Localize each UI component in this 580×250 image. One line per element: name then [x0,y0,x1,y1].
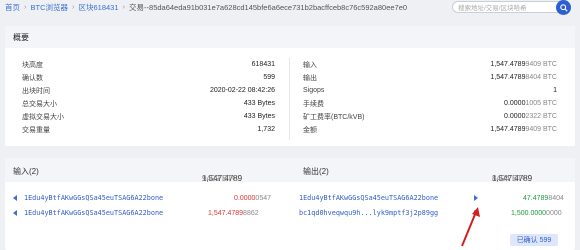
breadcrumb-separator: › [122,2,126,11]
input-address[interactable]: 1Edu4yBtfAKwGGsQSa45euTSAG6A22bone [24,194,163,202]
io-header: 输入(2) 1,547.4789 9409 BTC 输出(2) 1,547.478… [5,158,575,183]
overview-row: 块高度 618431 [22,59,275,70]
search-icon [559,3,568,12]
overview-row: 输入 1,547.47899409 BTC [303,59,557,70]
output-address[interactable]: bc1qd0hveqwqu9h...lyk9mptf3j2p89gg [299,209,438,217]
overview-value: 1,547.47899409 BTC [490,126,557,133]
overview-row: 总交易大小 433 Bytes [22,98,275,109]
breadcrumb-home[interactable]: 首页 [5,2,20,13]
overview-value: 618431 [251,61,275,68]
overview-key: 输入 [303,61,317,69]
red-arrow-annotation [461,207,480,247]
input-amount: 1,547.4789 8862 [208,209,259,217]
overview-value: 0.00002322 BTC [504,113,557,120]
overview-key: 总交易大小 [22,100,57,108]
overview-row: 手续费 0.00001005 BTC [303,98,557,109]
outputs-label: 输出(2) [303,167,329,176]
input-amount: 0.0000 0547 [234,194,271,202]
overview-row: 矿工费率(BTC/kVB) 0.00002322 BTC [303,111,557,122]
overview-value: 0.00001005 BTC [504,100,557,107]
output-link-icon[interactable] [474,195,478,201]
breadcrumb-current: 交易--85da64eda91b031e7a628cd145bfe6a6ece7… [129,3,408,12]
input-link-icon[interactable] [13,195,17,201]
overview-value: 433 Bytes [243,100,275,107]
input-link-icon[interactable] [13,210,17,216]
input-row: 1Edu4yBtfAKwGGsQSa45euTSAG6A22bone [13,208,163,218]
overview-key: 矿工费率(BTC/kVB) [303,113,365,121]
overview-row: 输出 1,547.47898404 BTC [303,72,557,83]
breadcrumb-separator: › [24,2,27,11]
overview-value: 1,547.47898404 BTC [490,74,557,81]
overview-key: 出块时间 [22,87,50,95]
breadcrumb-explorer[interactable]: BTC浏览器 [31,2,69,13]
output-amount: 47.4789 8404 [523,194,564,202]
overview-key: 输出 [303,74,317,82]
overview-value: 1 [553,87,557,94]
search-input[interactable]: 搜索地址/交易/区块哈希 [452,0,571,15]
overview-row: 交易重量 1,732 [22,124,275,135]
overview-key: 虚拟交易大小 [22,113,64,121]
overview-row: 金额 1,547.47899409 BTC [303,124,557,135]
breadcrumb: 首页 › BTC浏览器 › 区块618431 › 交易--85da64eda91… [5,2,407,13]
confirmations-badge: 已确认 599 [510,234,558,246]
top-bar: 首页 › BTC浏览器 › 区块618431 › 交易--85da64eda91… [0,0,580,15]
output-address[interactable]: 1Edu4yBtfAKwGGsQSa45euTSAG6A22bone [299,194,438,202]
overview-key: 确认数 [22,74,43,82]
overview-divider [289,58,290,140]
output-row: bc1qd0hveqwqu9h...lyk9mptf3j2p89gg [299,208,438,218]
io-card: 输入(2) 1,547.4789 9409 BTC 输出(2) 1,547.478… [5,158,575,250]
overview-key: 交易重量 [22,126,50,134]
overview-key: 块高度 [22,61,43,69]
overview-row: 确认数 599 [22,72,275,83]
overview-key: 手续费 [303,100,324,108]
overview-value: 599 [263,74,275,81]
overview-key: Sigops [303,87,325,94]
inputs-label: 输入(2) [13,167,39,176]
search-placeholder: 搜索地址/交易/区块哈希 [458,5,527,12]
overview-value: 2020-02-22 08:42:26 [210,87,275,94]
overview-key: 金额 [303,126,317,134]
search-button[interactable] [556,0,571,15]
output-row: 1Edu4yBtfAKwGGsQSa45euTSAG6A22bone [299,193,438,203]
overview-value: 1,547.47899409 BTC [490,61,557,68]
overview-row: 虚拟交易大小 433 Bytes [22,111,275,122]
overview-row: 出块时间 2020-02-22 08:42:26 [22,85,275,96]
output-amount: 1,500.0000 0000 [511,209,562,217]
breadcrumb-block[interactable]: 区块618431 [79,2,119,13]
overview-value: 433 Bytes [243,113,275,120]
overview-title: 概要 [5,26,575,48]
output-link[interactable] [474,193,478,203]
input-address[interactable]: 1Edu4yBtfAKwGGsQSa45euTSAG6A22bone [24,209,163,217]
input-row: 1Edu4yBtfAKwGGsQSa45euTSAG6A22bone [13,193,163,203]
breadcrumb-separator: › [72,2,75,11]
overview-row: Sigops 1 [303,85,557,96]
overview-value: 1,732 [257,126,275,133]
